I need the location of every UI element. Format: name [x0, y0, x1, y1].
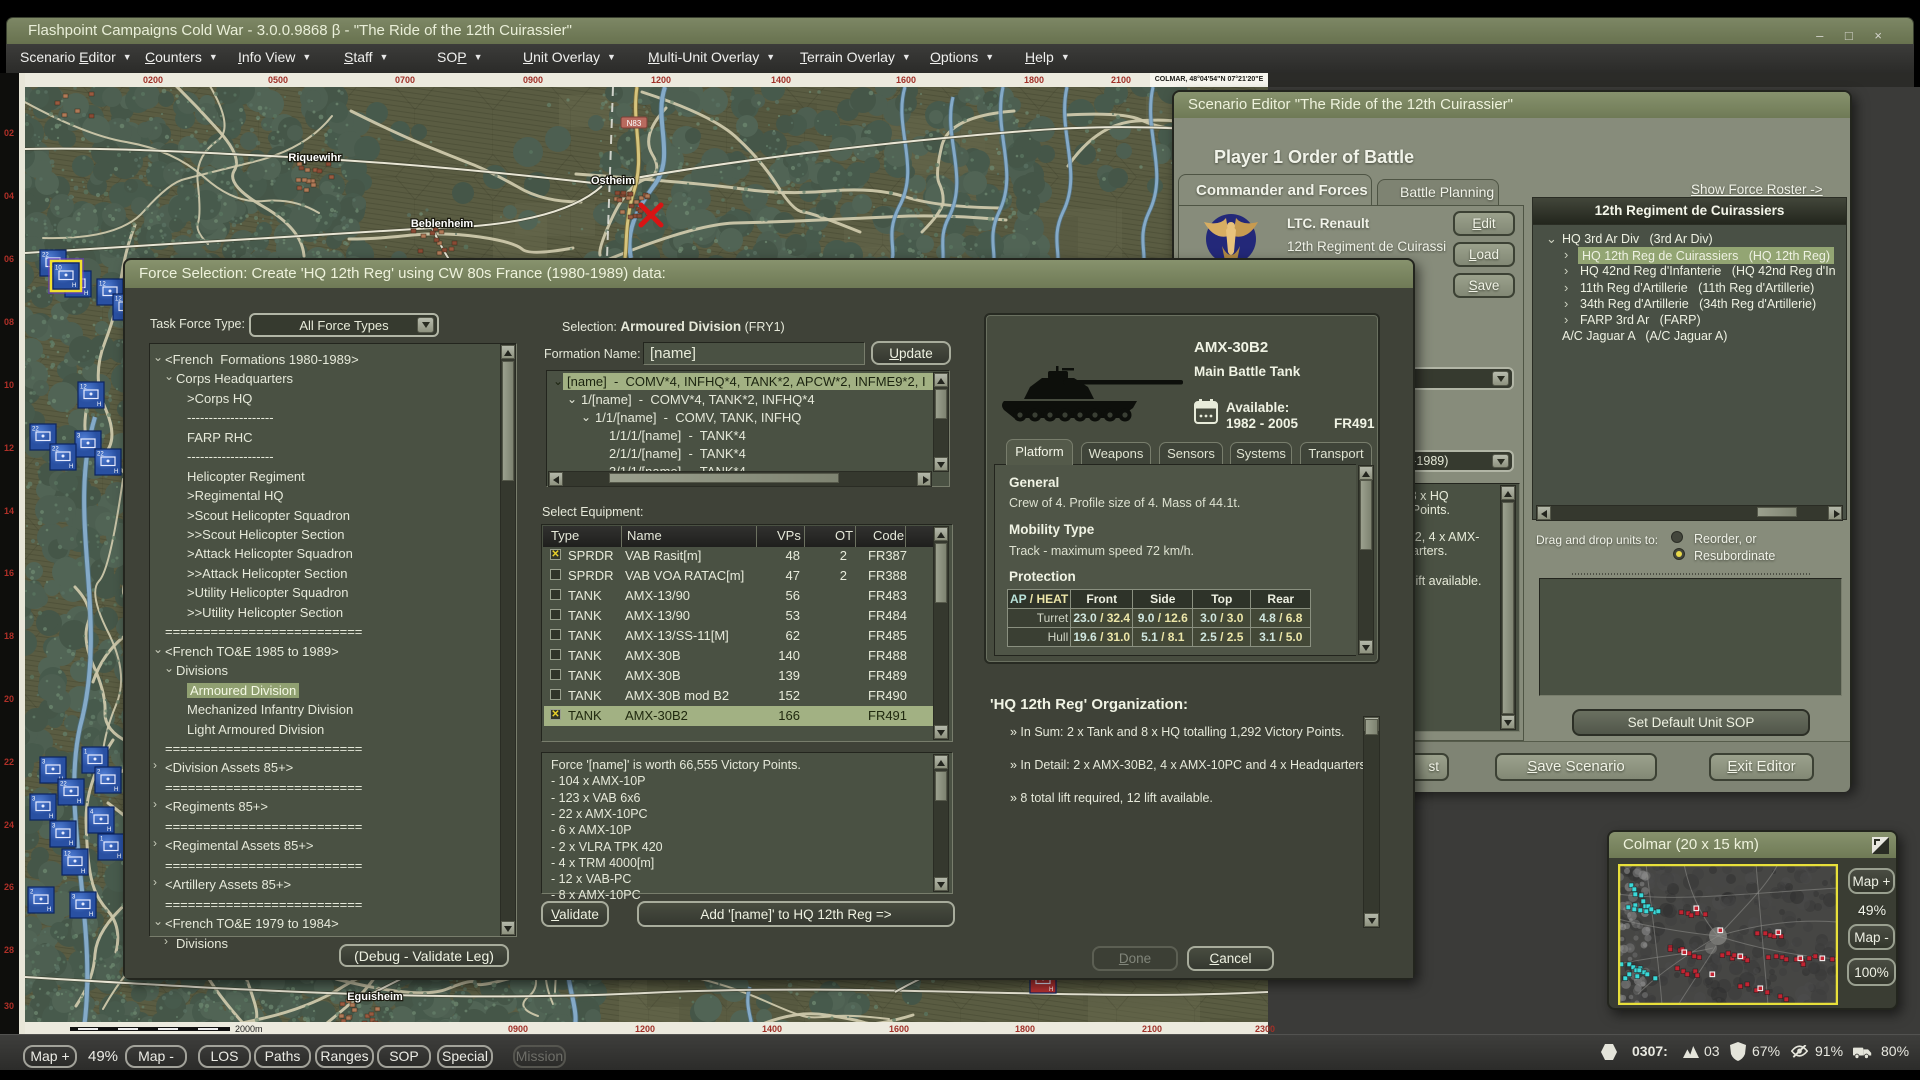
svg-text:22: 22 [97, 452, 104, 458]
svg-text:12: 12 [115, 297, 122, 303]
svg-text:H: H [77, 799, 81, 805]
svg-text:H: H [117, 854, 121, 860]
svg-text:H: H [69, 841, 73, 847]
svg-text:H: H [1049, 987, 1053, 993]
svg-text:H: H [114, 787, 118, 793]
svg-text:Beblenheim: Beblenheim [411, 218, 474, 230]
svg-text:H: H [97, 402, 101, 408]
svg-text:12: 12 [64, 852, 71, 858]
svg-text:H: H [107, 827, 111, 833]
svg-text:Ostheim: Ostheim [591, 175, 635, 187]
svg-text:10: 10 [55, 266, 62, 272]
svg-text:12: 12 [99, 282, 106, 288]
svg-text:H: H [84, 291, 88, 297]
svg-text:H: H [69, 464, 73, 470]
svg-text:H: H [49, 814, 53, 820]
svg-text:H: H [72, 283, 76, 289]
svg-text:Eguisheim: Eguisheim [347, 991, 403, 1003]
svg-text:H: H [89, 912, 93, 918]
svg-text:22: 22 [42, 253, 49, 259]
svg-text:H: H [114, 469, 118, 475]
svg-text:22: 22 [60, 782, 67, 788]
svg-text:12: 12 [80, 385, 87, 391]
svg-text:Riquewihr: Riquewihr [288, 152, 342, 164]
svg-text:H: H [81, 869, 85, 875]
svg-text:H: H [47, 907, 51, 913]
svg-text:22: 22 [52, 447, 59, 453]
svg-text:22: 22 [32, 427, 39, 433]
svg-text:N83: N83 [627, 119, 642, 128]
